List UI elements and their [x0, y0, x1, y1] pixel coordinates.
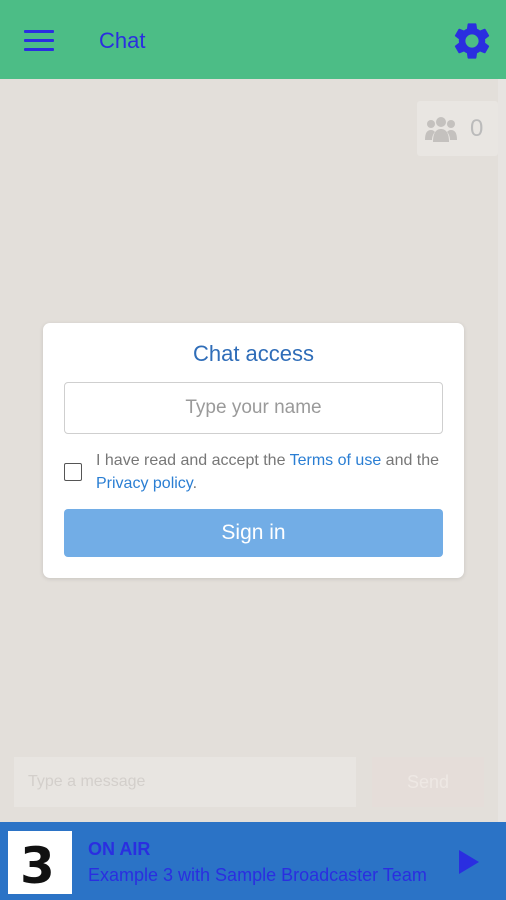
- online-users-count: 0: [470, 115, 484, 142]
- online-users-button[interactable]: 0: [417, 101, 498, 156]
- users-group-icon: [425, 117, 457, 142]
- terms-of-use-link[interactable]: Terms of use: [290, 452, 382, 469]
- play-icon: [459, 850, 479, 874]
- player-bar: 3 ON AIR Example 3 with Sample Broadcast…: [0, 822, 506, 900]
- now-playing-title: Example 3 with Sample Broadcaster Team: [88, 865, 427, 885]
- gear-icon: [454, 23, 490, 59]
- message-input[interactable]: [14, 757, 356, 807]
- name-input[interactable]: [64, 382, 443, 434]
- accept-terms-checkbox[interactable]: [64, 463, 82, 481]
- hamburger-menu-icon-bar: [24, 48, 54, 51]
- sign-in-button[interactable]: Sign in: [64, 509, 443, 557]
- page-title: Chat: [99, 28, 146, 53]
- hamburger-menu-icon: [24, 30, 54, 33]
- dialog-title: Chat access: [192, 341, 315, 366]
- on-air-status: ON AIR: [88, 839, 151, 859]
- station-logo-number: 3: [20, 837, 55, 895]
- consent-text: I have read and accept the Terms of use …: [96, 449, 446, 495]
- menu-button[interactable]: [22, 27, 58, 55]
- send-button[interactable]: Send: [372, 757, 484, 807]
- station-logo: 3: [8, 831, 72, 895]
- hamburger-menu-icon-bar: [24, 39, 54, 42]
- app-header: Chat: [0, 0, 506, 79]
- privacy-policy-link[interactable]: Privacy policy: [96, 475, 193, 492]
- consent-suffix: .: [192, 475, 198, 492]
- play-button[interactable]: [454, 848, 482, 876]
- settings-button[interactable]: [450, 19, 494, 63]
- consent-prefix: I have read and accept the: [96, 452, 290, 469]
- chat-access-dialog: Chat access I have read and accept the T…: [43, 323, 464, 578]
- scrollbar[interactable]: [498, 79, 506, 824]
- consent-middle: and the: [381, 452, 440, 469]
